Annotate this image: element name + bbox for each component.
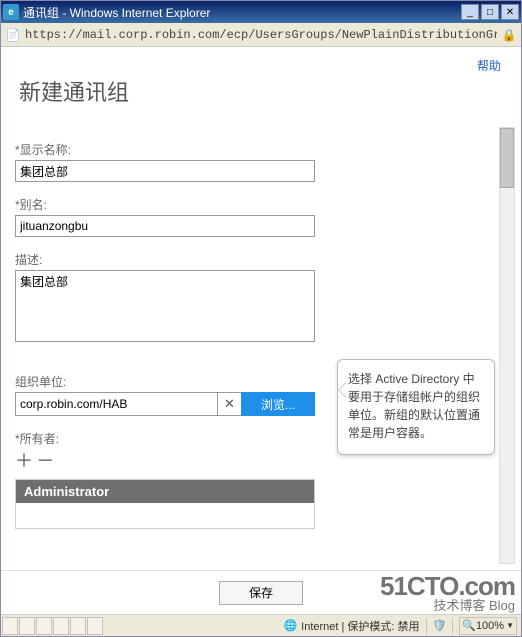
protected-mode-icon: 🛡️ [433,619,447,632]
security-zone-text: Internet | 保护模式: 禁用 [301,618,419,634]
close-icon: ✕ [224,396,235,412]
dialog-footer: 保存 [1,570,521,614]
minimize-button[interactable]: _ [461,4,479,20]
window-titlebar: e 通讯组 - Windows Internet Explorer _ □ ✕ [1,1,521,23]
status-cell [36,617,52,635]
add-owner-button[interactable]: ＋ [15,453,33,471]
close-button[interactable]: ✕ [501,4,519,20]
page-icon: 📄 [5,27,21,43]
alias-label: *别名: [15,196,497,213]
owner-list[interactable]: Administrator [15,479,315,529]
status-cell [87,617,103,635]
tooltip-text: 选择 Active Directory 中要用于存储组帐户的组织单位。新组的默认… [348,372,480,440]
form: *显示名称: *别名: 描述: 组织单位: ✕ 浏览... *所有者: ＋ － … [15,127,497,564]
display-name-input[interactable] [15,160,315,182]
zoom-selector[interactable]: 🔍 100% ▼ [459,617,517,635]
maximize-button[interactable]: □ [481,4,499,20]
save-button[interactable]: 保存 [219,581,303,605]
window-title: 通讯组 - Windows Internet Explorer [23,4,461,21]
remove-owner-button[interactable]: － [36,453,54,471]
status-cell [70,617,86,635]
alias-input[interactable] [15,215,315,237]
help-link[interactable]: 帮助 [477,57,501,74]
address-url[interactable]: https://mail.corp.robin.com/ecp/UsersGro… [25,25,497,45]
status-bar: 🌐 Internet | 保护模式: 禁用 🛡️ 🔍 100% ▼ [1,614,521,636]
ie-icon: e [3,4,19,20]
internet-zone-icon: 🌐 [283,619,297,632]
zoom-icon: 🔍 [462,619,476,632]
vertical-scrollbar[interactable] [499,127,515,564]
ou-tooltip: 选择 Active Directory 中要用于存储组帐户的组织单位。新组的默认… [337,359,495,455]
ou-input[interactable] [15,392,217,416]
address-bar: 📄 https://mail.corp.robin.com/ecp/UsersG… [1,23,521,47]
owner-list-item[interactable]: Administrator [16,480,314,503]
status-cell [2,617,18,635]
status-cell [19,617,35,635]
browse-button[interactable]: 浏览... [241,392,315,416]
scroll-thumb[interactable] [500,128,514,188]
lock-icon: 🔒 [501,27,517,43]
ou-clear-button[interactable]: ✕ [217,392,241,416]
page-title: 新建通讯组 [1,47,521,117]
chevron-down-icon: ▼ [506,621,514,630]
description-input[interactable] [15,270,315,342]
status-cell [53,617,69,635]
zoom-value: 100% [476,620,504,632]
description-label: 描述: [15,251,497,268]
content-area: 帮助 新建通讯组 *显示名称: *别名: 描述: 组织单位: ✕ 浏览... *… [1,47,521,614]
display-name-label: *显示名称: [15,141,497,158]
